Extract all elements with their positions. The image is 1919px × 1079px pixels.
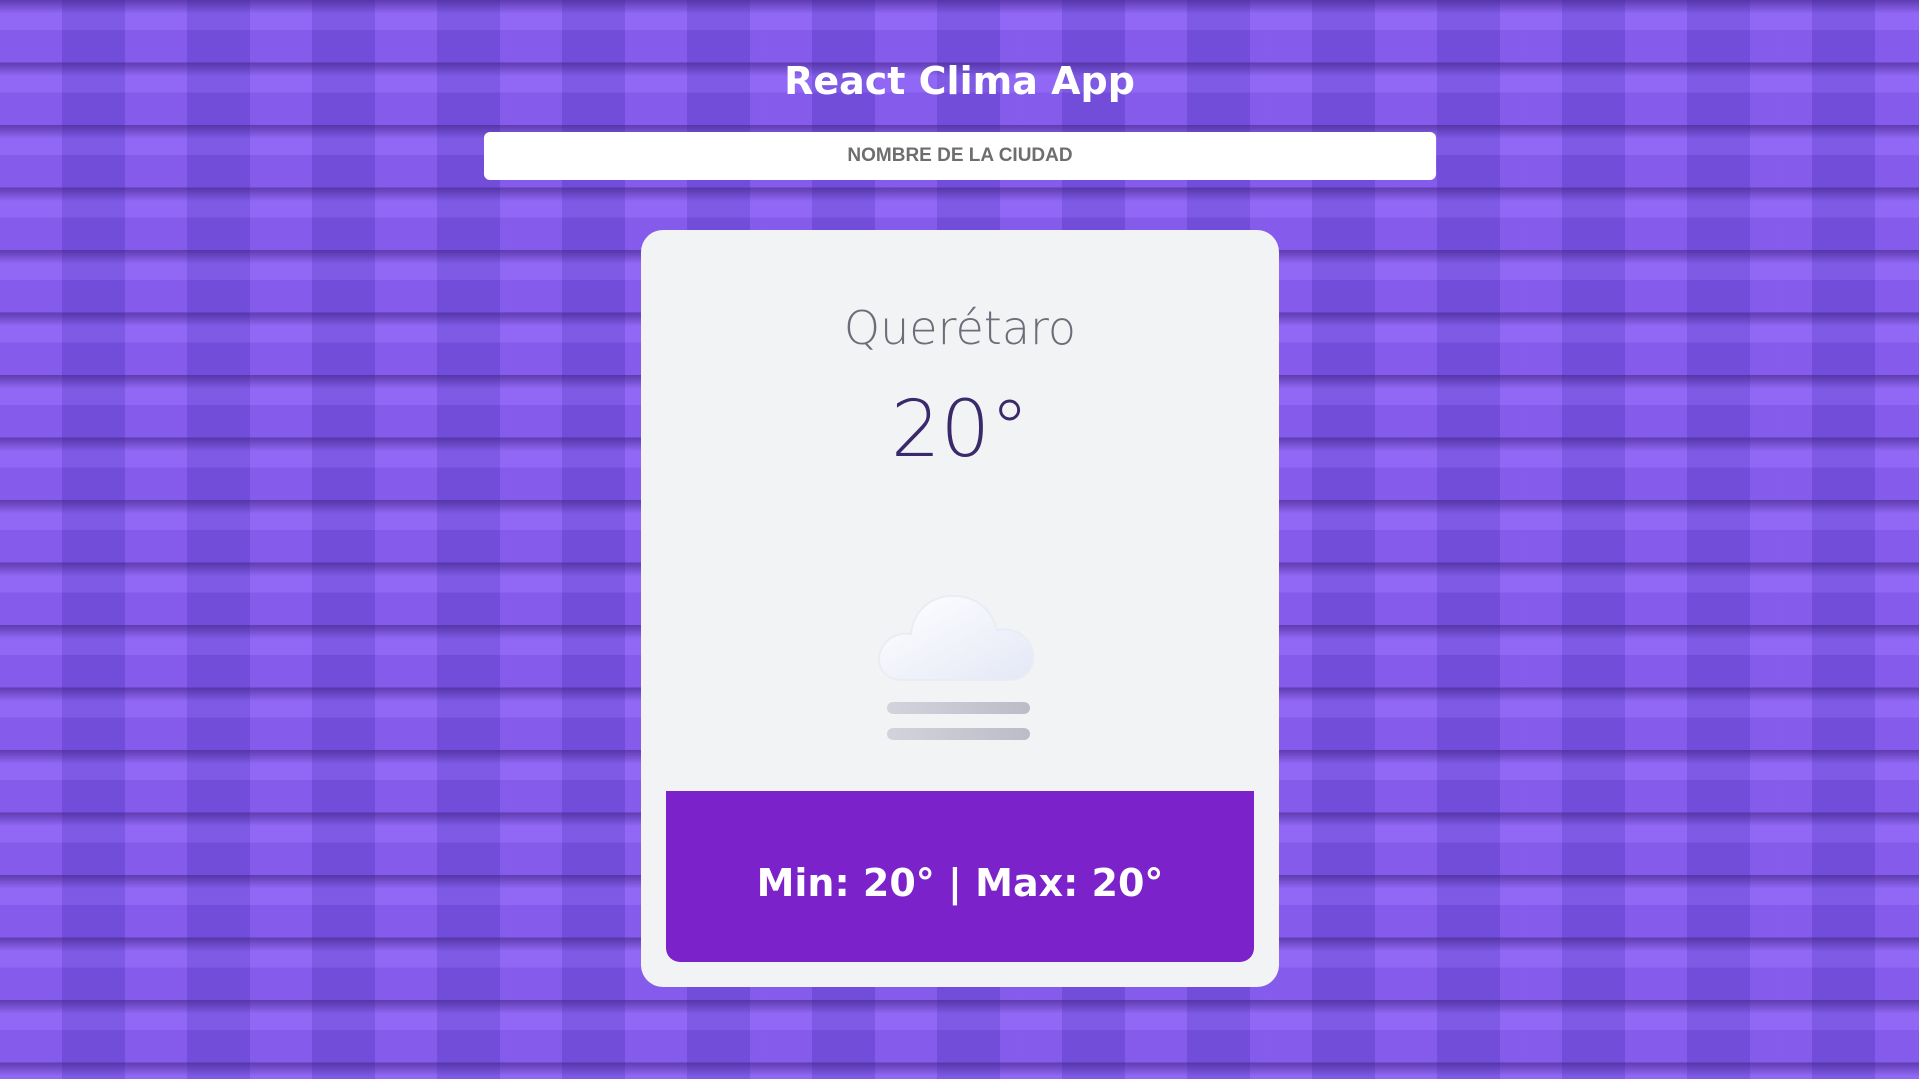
app-title: React Clima App <box>784 59 1135 103</box>
city-search-input[interactable] <box>484 132 1436 180</box>
search-container <box>484 132 1436 180</box>
city-name: Querétaro <box>843 301 1077 355</box>
current-temperature: 20° <box>890 385 1030 475</box>
fog-icon <box>863 560 1057 740</box>
min-max-temperature: Min: 20° | Max: 20° <box>756 860 1164 905</box>
weather-card: Querétaro 20° Min: 20° | Max: 20° <box>641 230 1279 987</box>
min-max-panel: Min: 20° | Max: 20° <box>666 791 1254 962</box>
